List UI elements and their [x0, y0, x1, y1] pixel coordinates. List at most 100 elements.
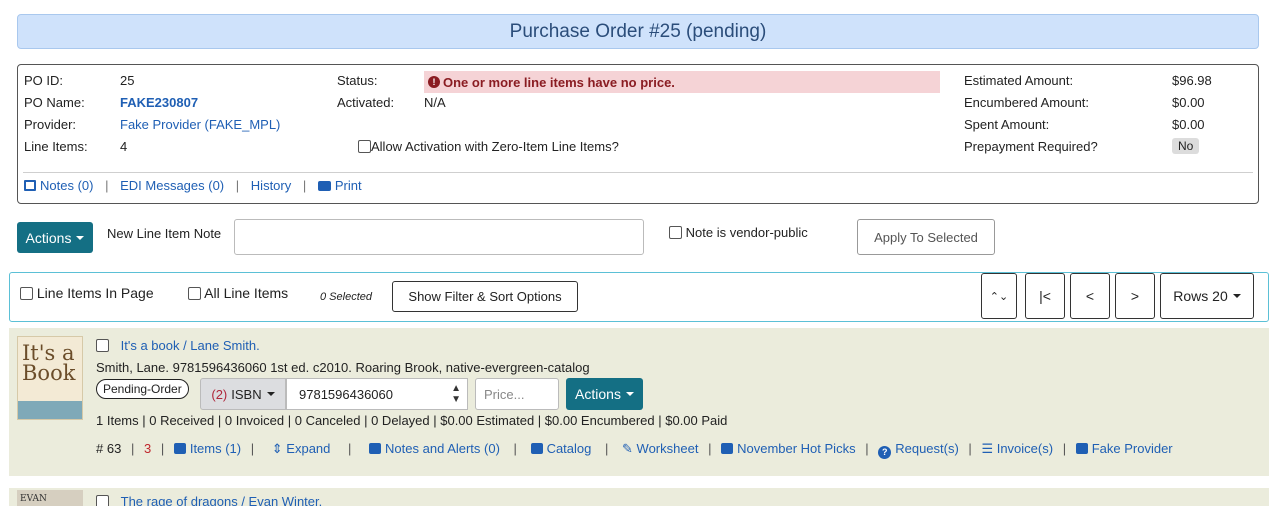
line-item-links: # 63 | 3 | Items (1) | ⇕ Expand | Notes …	[96, 441, 1173, 459]
catalog-link[interactable]: Catalog	[547, 441, 592, 456]
apply-to-selected-button[interactable]: Apply To Selected	[857, 219, 995, 255]
notes-alerts-link[interactable]: Notes and Alerts (0)	[385, 441, 500, 456]
line-item-title-link[interactable]: It's a book / Lane Smith.	[121, 338, 260, 353]
order-state-badge: Pending-Order	[96, 379, 189, 399]
line-item-checkbox[interactable]	[96, 495, 109, 506]
first-page-icon: |<	[1039, 288, 1051, 304]
spent-label: Spent Amount:	[964, 117, 1050, 132]
caret-down-icon	[76, 235, 85, 240]
print-icon	[317, 181, 331, 191]
estimated-label: Estimated Amount:	[964, 73, 1074, 88]
identifier-type-label: ISBN	[231, 386, 262, 402]
actions-button-label: Actions	[25, 229, 72, 246]
notes-link[interactable]: Notes (0)	[40, 178, 93, 193]
invoices-link[interactable]: Invoice(s)	[997, 441, 1053, 456]
expand-icon: ⇕	[271, 441, 283, 456]
history-link[interactable]: History	[251, 178, 291, 193]
edi-link[interactable]: EDI Messages (0)	[120, 178, 224, 193]
basket-icon	[173, 443, 186, 454]
rows-per-page-dropdown[interactable]: Rows 20	[1160, 273, 1254, 319]
next-page-button[interactable]: >	[1115, 273, 1155, 319]
worksheet-link[interactable]: Worksheet	[637, 441, 699, 456]
identifier-count: (2)	[211, 386, 228, 402]
stepper-icon[interactable]: ▲ ▼	[451, 383, 461, 405]
line-item-title-row: The rage of dragons / Evan Winter.	[96, 494, 322, 506]
notes-icon	[24, 180, 36, 191]
allow-zero-checkbox[interactable]	[358, 140, 371, 153]
po-id-value: 25	[120, 73, 135, 88]
select-page-checkbox[interactable]	[20, 287, 33, 300]
line-item-actions-button[interactable]: Actions	[566, 378, 643, 410]
provider-link[interactable]: Fake Provider (FAKE_MPL)	[120, 117, 280, 132]
status-label: Status:	[337, 73, 378, 88]
hot-picks-link[interactable]: November Hot Picks	[737, 441, 855, 456]
prev-page-button[interactable]: <	[1070, 273, 1110, 319]
prepay-label: Prepayment Required?	[964, 139, 1098, 154]
prev-page-icon: <	[1085, 288, 1095, 304]
line-item-checkbox[interactable]	[96, 339, 109, 352]
estimated-value: $96.98	[1172, 73, 1212, 88]
identifier-value-text: 9781596436060	[299, 386, 393, 402]
line-items-toolbar: Line Items In Page All Line Items 0 Sele…	[9, 272, 1269, 322]
identifier-type-dropdown[interactable]: (2) ISBN	[200, 378, 286, 410]
expand-link[interactable]: Expand	[286, 441, 330, 456]
expand-collapse-icon: ⌃⌄	[989, 290, 1009, 303]
book-cover-text: It's a Book	[22, 341, 76, 385]
po-name-link[interactable]: FAKE230807	[120, 95, 198, 110]
spent-value: $0.00	[1172, 117, 1205, 132]
line-items-label: Line Items:	[24, 139, 88, 154]
requests-link[interactable]: Request(s)	[895, 441, 959, 456]
status-alert: ! One or more line items have no price.	[424, 71, 940, 93]
line-item-actions-label: Actions	[575, 386, 621, 402]
line-items-count: 4	[120, 139, 128, 154]
items-link[interactable]: Items (1)	[190, 441, 241, 456]
print-link[interactable]: Print	[335, 178, 362, 193]
provider-icon	[1075, 443, 1088, 454]
select-page-row[interactable]: Line Items In Page	[20, 285, 154, 301]
caret-down-icon	[625, 392, 634, 396]
encumbered-label: Encumbered Amount:	[964, 95, 1090, 110]
po-id-label: PO ID:	[24, 73, 64, 88]
pencil-icon: ✎	[622, 441, 633, 456]
selected-count: 0 Selected	[320, 291, 372, 303]
encumbered-value: $0.00	[1172, 95, 1205, 110]
summary-links: Notes (0) | EDI Messages (0) | History |…	[24, 178, 362, 193]
line-item-title-link[interactable]: The rage of dragons / Evan Winter.	[121, 494, 323, 506]
line-item-stats: 1 Items | 0 Received | 0 Invoiced | 0 Ca…	[96, 413, 728, 428]
select-all-checkbox[interactable]	[188, 287, 201, 300]
fake-provider-link[interactable]: Fake Provider	[1092, 441, 1173, 456]
identifier-value-input[interactable]: 9781596436060 ▲ ▼	[286, 378, 468, 410]
new-note-input[interactable]	[234, 219, 644, 255]
actions-button[interactable]: Actions	[17, 222, 93, 253]
line-item-id: # 63	[96, 441, 122, 456]
line-item-count: 3	[143, 441, 152, 456]
line-item-title-row: It's a book / Lane Smith.	[96, 338, 260, 353]
rows-per-page-label: Rows 20	[1173, 288, 1228, 304]
next-page-icon: >	[1130, 288, 1140, 304]
first-page-button[interactable]: |<	[1025, 273, 1065, 319]
provider-label: Provider:	[24, 117, 77, 132]
status-alert-text: One or more line items have no price.	[443, 74, 675, 90]
po-summary-panel: PO ID: 25 PO Name: FAKE230807 Provider: …	[17, 64, 1259, 204]
caret-down-icon	[1232, 294, 1241, 298]
picklist-icon	[721, 443, 734, 454]
book-cover-image: EVAN WINTER	[17, 490, 83, 506]
allow-zero-checkbox-row[interactable]: Allow Activation with Zero-Item Line Ite…	[358, 139, 619, 154]
vendor-public-checkbox[interactable]	[669, 226, 682, 239]
vendor-public-row[interactable]: Note is vendor-public	[669, 225, 808, 240]
allow-zero-label: Allow Activation with Zero-Item Line Ite…	[371, 139, 619, 154]
activated-value: N/A	[424, 95, 446, 110]
prepay-badge: No	[1172, 138, 1200, 154]
po-name-label: PO Name:	[24, 95, 85, 110]
select-all-label: All Line Items	[204, 285, 289, 301]
notes-icon	[369, 443, 382, 454]
line-item-details: Smith, Lane. 9781596436060 1st ed. c2010…	[96, 360, 590, 375]
alert-icon: !	[428, 76, 440, 88]
book-cover-strip	[18, 401, 82, 419]
caret-down-icon	[266, 392, 275, 396]
new-note-label: New Line Item Note	[107, 226, 222, 241]
price-input[interactable]: Price...	[475, 378, 559, 410]
expand-collapse-button[interactable]: ⌃⌄	[981, 273, 1017, 319]
select-all-row[interactable]: All Line Items	[188, 285, 288, 301]
filter-sort-button[interactable]: Show Filter & Sort Options	[392, 281, 578, 312]
